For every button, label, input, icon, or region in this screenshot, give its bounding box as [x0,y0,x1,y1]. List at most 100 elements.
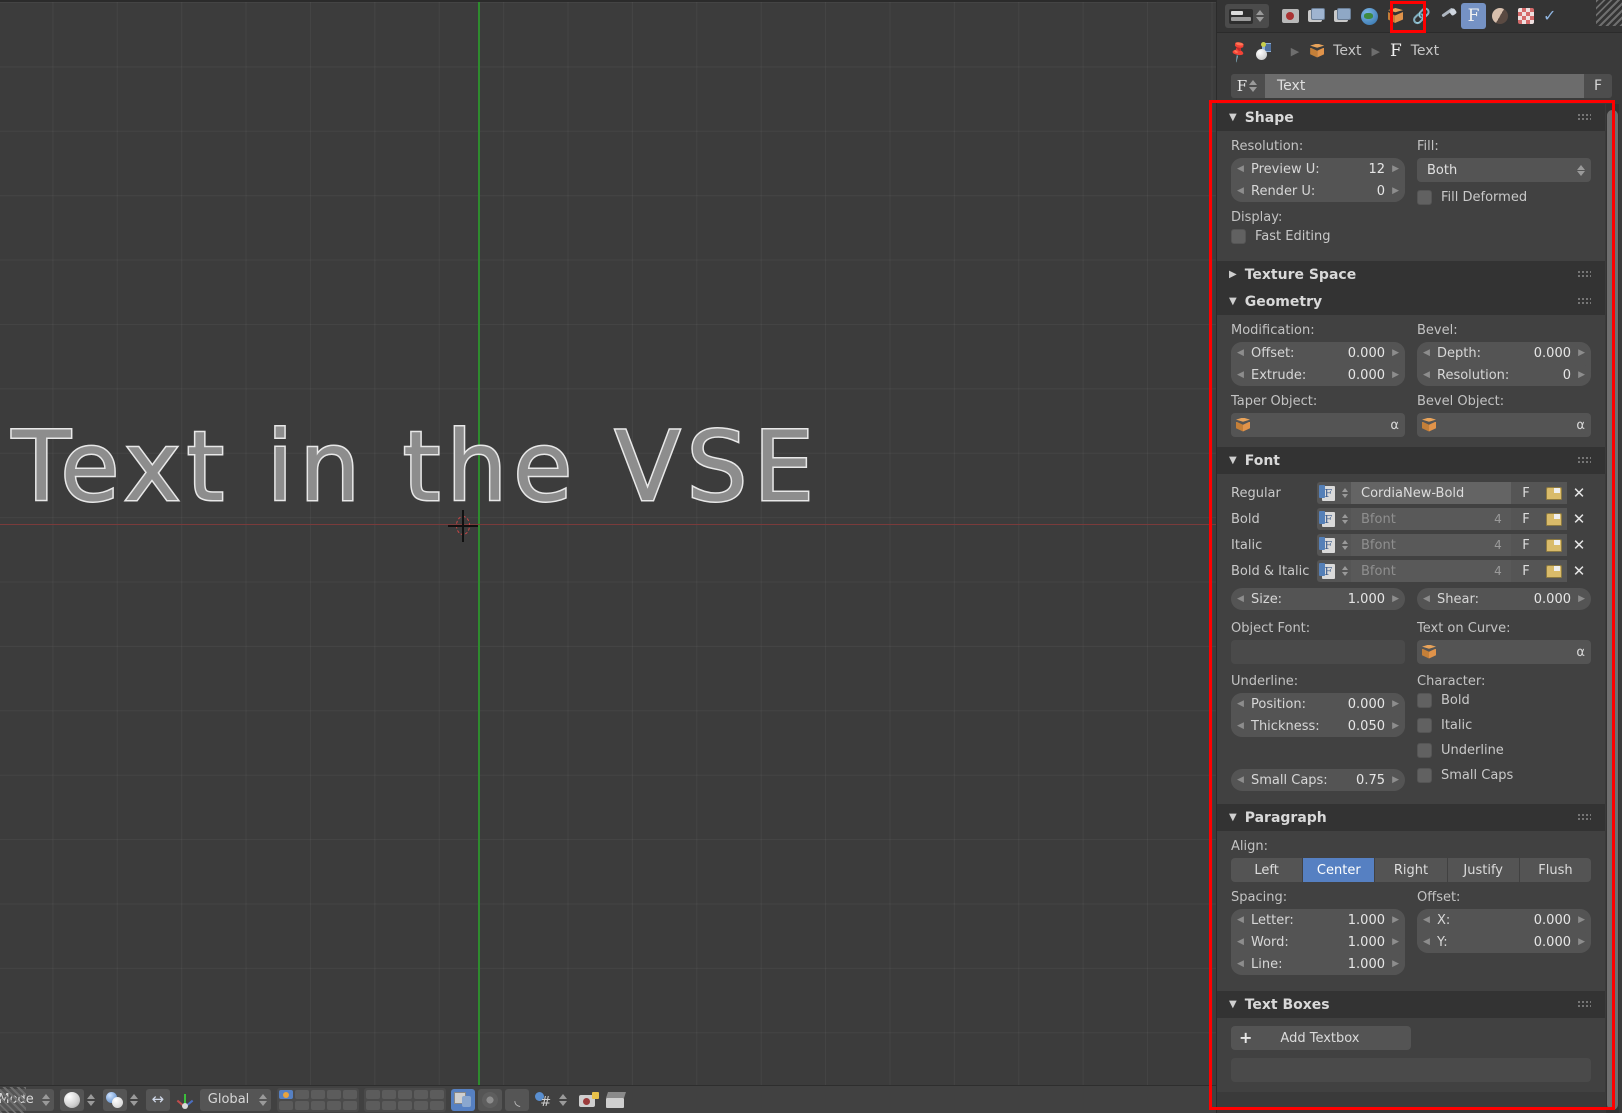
render-u-field[interactable]: ◀ Render U: 0 ▶ [1231,180,1405,202]
tab-constraints[interactable]: 🔗 [1409,3,1434,29]
increment-arrow-icon[interactable]: ▶ [1392,164,1399,174]
textbox-placeholder-field[interactable] [1231,1058,1591,1082]
increment-arrow-icon[interactable]: ▶ [1578,370,1585,380]
tab-particles[interactable]: ✓ [1539,3,1564,29]
increment-arrow-icon[interactable]: ▶ [1578,937,1585,947]
decrement-arrow-icon[interactable]: ◀ [1237,937,1244,947]
properties-scroll-area[interactable]: ▼ Shape Resolution: ◀ Preview U: 12 ▶ ◀ … [1217,104,1622,1113]
proportional-edit-button[interactable]: # [532,1089,556,1111]
snap-magnet-button[interactable]: ◟ [505,1088,530,1111]
tab-material[interactable] [1487,3,1512,29]
text-object-3d[interactable]: Text in the VSE [10,413,820,521]
tab-render-layers[interactable] [1305,3,1330,29]
bevel-resolution-field[interactable]: ◀ Resolution: 0 ▶ [1417,364,1591,386]
decrement-arrow-icon[interactable]: ◀ [1423,915,1430,925]
decrement-arrow-icon[interactable]: ◀ [1237,348,1244,358]
taper-object-field[interactable]: ⍺ [1231,413,1405,437]
panel-font-header[interactable]: ▼ Font [1217,447,1605,474]
decrement-arrow-icon[interactable]: ◀ [1237,915,1244,925]
character-small-caps-row[interactable]: Small Caps [1417,768,1591,783]
fast-editing-checkbox-row[interactable]: Fast Editing [1231,229,1405,244]
extrude-field[interactable]: ◀ Extrude: 0.000 ▶ [1231,364,1405,386]
underline-position-field[interactable]: ◀ Position: 0.000 ▶ [1231,693,1405,715]
font-bold-unlink-button[interactable]: ✕ [1567,508,1591,530]
font-bold-italic-open-button[interactable] [1541,560,1567,582]
decrement-arrow-icon[interactable]: ◀ [1423,594,1430,604]
tab-render[interactable] [1279,3,1304,29]
tab-texture[interactable] [1513,3,1538,29]
proportional-spinner-icon[interactable] [559,1093,568,1106]
font-italic-user-count[interactable]: 4 [1485,534,1511,556]
offset-y-field[interactable]: ◀ Y: 0.000 ▶ [1417,931,1591,953]
increment-arrow-icon[interactable]: ▶ [1392,348,1399,358]
panel-shape-header[interactable]: ▼ Shape [1217,104,1605,131]
character-italic-row[interactable]: Italic [1417,718,1591,733]
shading-spinner-icon[interactable] [86,1093,95,1106]
font-browse-spinner-icon[interactable] [1339,482,1351,504]
fill-deformed-checkbox[interactable] [1417,190,1432,205]
scene-layers-grid-2[interactable] [364,1087,447,1112]
viewport-shading-texture-button[interactable] [102,1088,127,1111]
properties-corner-handle[interactable] [1596,0,1622,26]
character-small-caps-checkbox[interactable] [1417,768,1432,783]
fake-user-toggle[interactable]: F [1584,74,1612,98]
decrement-arrow-icon[interactable]: ◀ [1237,959,1244,969]
snap-target-button[interactable] [478,1088,503,1111]
increment-arrow-icon[interactable]: ▶ [1392,699,1399,709]
character-bold-row[interactable]: Bold [1417,693,1591,708]
preview-u-field[interactable]: ◀ Preview U: 12 ▶ [1231,158,1405,180]
manipulator-toggle-button[interactable]: ↔ [145,1088,170,1111]
panel-paragraph-header[interactable]: ▼ Paragraph [1217,804,1605,831]
font-datablock-browse-icon[interactable] [1317,560,1339,582]
font-bold-italic-user-count[interactable]: 4 [1485,560,1511,582]
text-on-curve-field[interactable]: ⍺ [1417,640,1591,664]
render-animation-button[interactable] [604,1089,628,1111]
decrement-arrow-icon[interactable]: ◀ [1237,699,1244,709]
font-shear-field[interactable]: ◀ Shear: 0.000 ▶ [1417,588,1591,610]
transform-orientation-icon-button[interactable] [173,1089,197,1111]
underline-thickness-field[interactable]: ◀ Thickness: 0.050 ▶ [1231,715,1405,737]
object-font-input[interactable] [1231,640,1405,664]
increment-arrow-icon[interactable]: ▶ [1392,721,1399,731]
font-browse-spinner-icon[interactable] [1339,560,1351,582]
render-camera-button[interactable] [577,1089,601,1111]
breadcrumb-data-label[interactable]: Text [1411,43,1439,59]
decrement-arrow-icon[interactable]: ◀ [1423,370,1430,380]
pin-icon[interactable]: 📌 [1226,38,1252,63]
font-bold-fake-user-button[interactable]: F [1511,508,1541,530]
character-bold-checkbox[interactable] [1417,693,1432,708]
align-right-button[interactable]: Right [1375,858,1448,882]
panel-texture-space-header[interactable]: ▶ Texture Space [1217,261,1605,288]
increment-arrow-icon[interactable]: ▶ [1392,594,1399,604]
align-left-button[interactable]: Left [1231,858,1304,882]
3d-viewport[interactable]: Text in the VSE ect Mode ↔ Glob [0,0,1216,1113]
eyedropper-icon[interactable]: ⍺ [1576,418,1585,433]
spacing-letter-field[interactable]: ◀ Letter: 1.000 ▶ [1231,909,1405,931]
font-bold-italic-name-input[interactable]: Bfont [1351,560,1485,582]
font-bold-name-input[interactable]: Bfont [1351,508,1485,530]
tab-object-data-font[interactable]: F [1461,3,1486,29]
font-italic-name-input[interactable]: Bfont [1351,534,1485,556]
decrement-arrow-icon[interactable]: ◀ [1237,164,1244,174]
decrement-arrow-icon[interactable]: ◀ [1423,348,1430,358]
font-browse-spinner-icon[interactable] [1339,534,1351,556]
transform-orientation-dropdown[interactable]: Global [199,1088,272,1111]
increment-arrow-icon[interactable]: ▶ [1392,370,1399,380]
decrement-arrow-icon[interactable]: ◀ [1423,937,1430,947]
spacing-line-field[interactable]: ◀ Line: 1.000 ▶ [1231,953,1405,975]
tab-world[interactable] [1357,3,1382,29]
eyedropper-icon[interactable]: ⍺ [1576,645,1585,660]
font-regular-name-input[interactable]: CordiaNew-Bold [1351,482,1511,504]
increment-arrow-icon[interactable]: ▶ [1578,915,1585,925]
breadcrumb-object-label[interactable]: Text [1333,43,1361,59]
tab-modifiers[interactable] [1435,3,1460,29]
fill-deformed-checkbox-row[interactable]: Fill Deformed [1417,190,1591,205]
increment-arrow-icon[interactable]: ▶ [1578,594,1585,604]
increment-arrow-icon[interactable]: ▶ [1392,775,1399,785]
editor-type-selector[interactable] [1225,4,1269,28]
increment-arrow-icon[interactable]: ▶ [1392,959,1399,969]
viewport-shading-solid-button[interactable] [59,1088,84,1111]
font-italic-open-button[interactable] [1541,534,1567,556]
decrement-arrow-icon[interactable]: ◀ [1237,775,1244,785]
scrollbar-thumb[interactable] [1607,110,1618,1110]
